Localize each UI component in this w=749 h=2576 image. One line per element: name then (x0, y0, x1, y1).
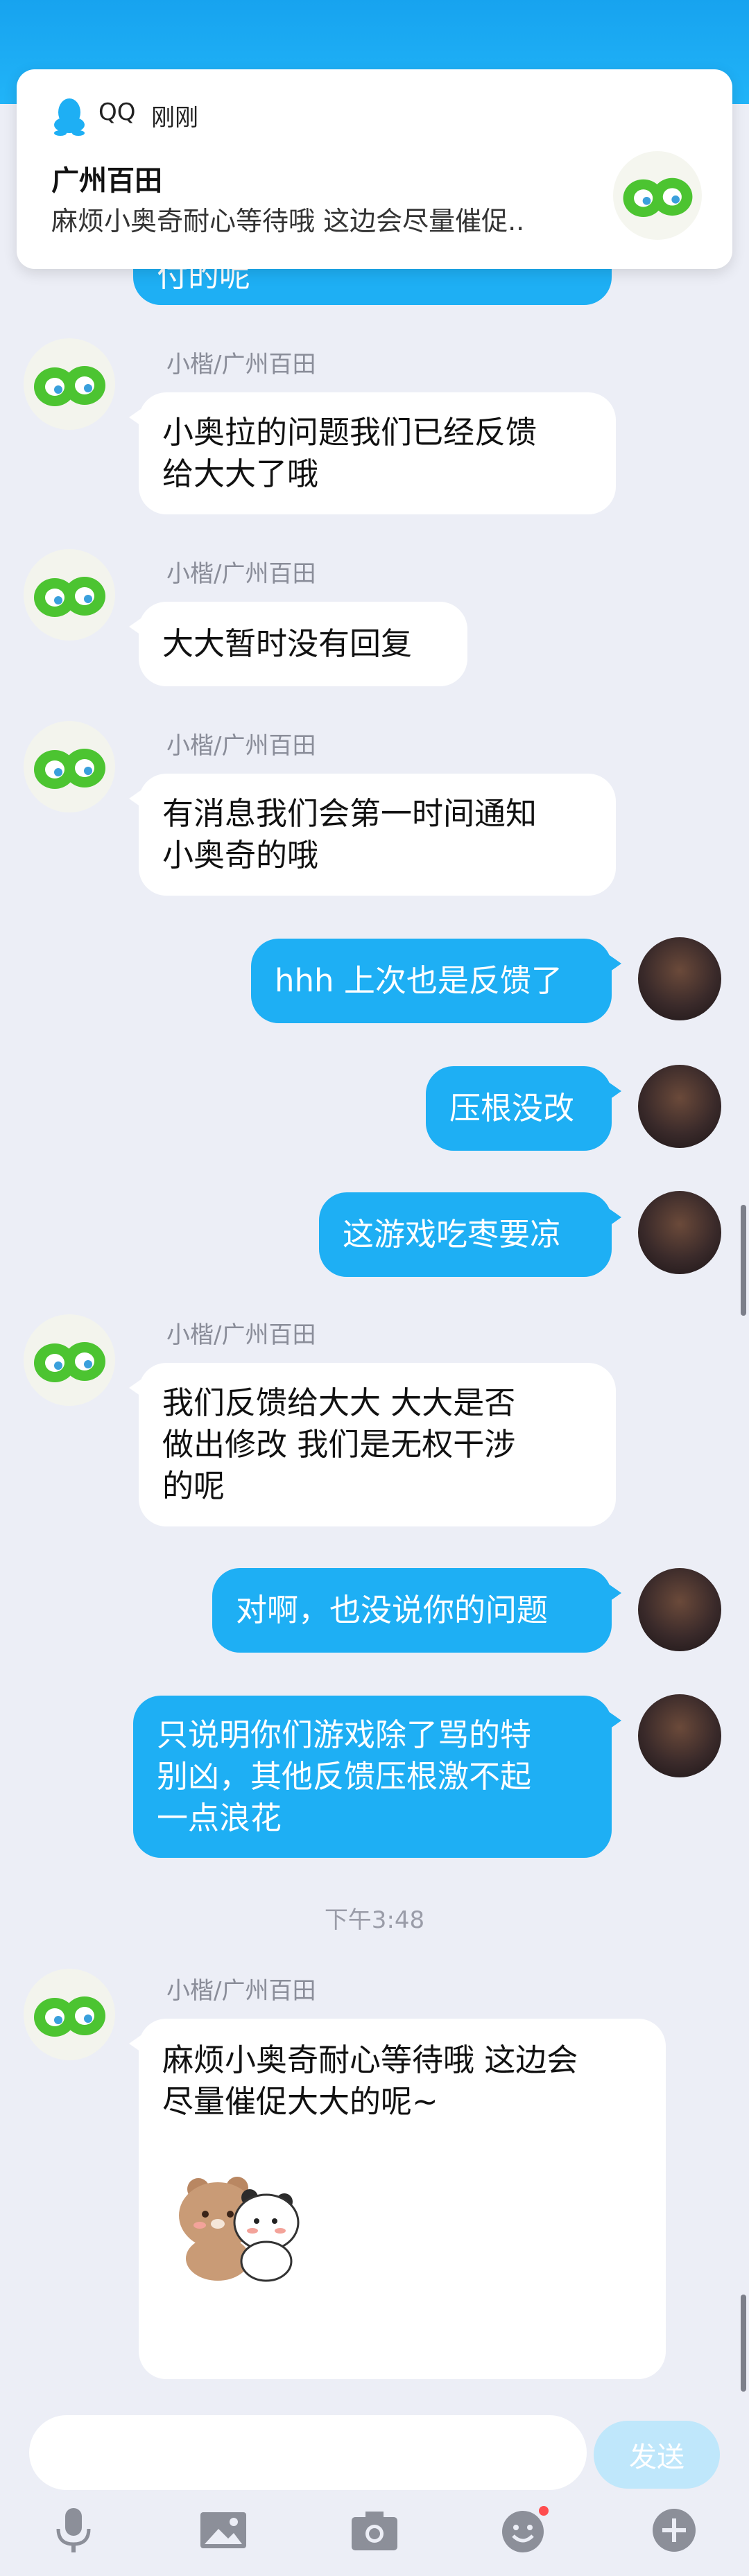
sender-name: 小楷/广州百田 (166, 351, 316, 378)
message-line: 做出修改 我们是无权干涉 (162, 1426, 516, 1463)
emoji-button[interactable] (497, 2503, 552, 2558)
notification-app-name: QQ (98, 98, 136, 126)
message-input-bar: 发送 (0, 2399, 749, 2576)
message-line: 尽量催促大大的呢~ (162, 2083, 438, 2120)
sender-name: 小楷/广州百田 (166, 1977, 316, 2005)
bear-and-panda-hug-sticker[interactable] (155, 2139, 301, 2285)
message-line: 小奥拉的问题我们已经反馈 (162, 414, 537, 451)
message-line: 一点浪花 (157, 1800, 282, 1836)
message-bubble-incoming[interactable]: 大大暂时没有回复 (129, 602, 467, 686)
camera-button[interactable] (347, 2503, 402, 2558)
message-line: 压根没改 (449, 1090, 575, 1126)
game-logo-icon (34, 1996, 105, 2037)
game-logo-icon (34, 366, 105, 406)
message-bubble-incoming[interactable]: 小奥拉的问题我们已经反馈 给大大了哦 (129, 392, 616, 514)
message-line: 给大大了哦 (162, 455, 319, 492)
microphone-button[interactable] (46, 2503, 101, 2558)
sender-name: 小楷/广州百田 (166, 1321, 316, 1349)
avatar-self[interactable] (638, 1568, 721, 1651)
message-bubble-outgoing[interactable]: 对啊，也没说你的问题 (212, 1568, 621, 1653)
message-bubble-outgoing[interactable]: hhh 上次也是反馈了 (251, 939, 621, 1023)
message-line: 的呢 (162, 1468, 225, 1504)
avatar-self[interactable] (638, 937, 721, 1020)
scrollbar-thumb[interactable] (741, 2295, 746, 2392)
message-bubble-outgoing[interactable]: 压根没改 (426, 1066, 621, 1151)
qq-penguin-icon (54, 98, 85, 136)
more-button[interactable] (646, 2503, 702, 2558)
notification-title: 广州百田 (51, 165, 162, 197)
message-line: 只说明你们游戏除了骂的特 (157, 1716, 532, 1753)
notification-dot (539, 2506, 549, 2516)
message-bubble-incoming[interactable]: 我们反馈给大大 大大是否 做出修改 我们是无权干涉 的呢 (129, 1363, 616, 1526)
avatar-baitian[interactable] (24, 721, 115, 812)
game-logo-icon (34, 577, 105, 617)
avatar-baitian[interactable] (24, 549, 115, 641)
message-line: 对啊，也没说你的问题 (236, 1592, 549, 1628)
sender-name: 小楷/广州百田 (166, 560, 316, 588)
push-notification[interactable]: QQ 刚刚 广州百田 麻烦小奥奇耐心等待哦 这边会尽量催促.. (17, 69, 732, 269)
notification-body: 麻烦小奥奇耐心等待哦 这边会尽量催促.. (51, 206, 525, 236)
avatar-self[interactable] (638, 1694, 721, 1777)
message-line: 小奥奇的哦 (162, 837, 319, 873)
message-line: 大大暂时没有回复 (162, 625, 413, 662)
avatar-self[interactable] (638, 1191, 721, 1274)
game-logo-icon (34, 1342, 105, 1382)
microphone-icon (56, 2508, 91, 2552)
message-timestamp: 下午3:48 (324, 1906, 425, 1934)
plus-icon (653, 2509, 696, 2552)
notification-time: 刚刚 (151, 104, 198, 132)
avatar-baitian[interactable] (24, 338, 115, 430)
message-line: 别凶，其他反馈压根激不起 (157, 1758, 532, 1795)
game-logo-icon (34, 749, 105, 789)
message-line: 有消息我们会第一时间通知 (162, 795, 537, 832)
message-bubble-outgoing[interactable]: 这游戏吃枣要凉 (319, 1192, 621, 1277)
send-button[interactable]: 发送 (594, 2421, 720, 2489)
game-logo-icon (623, 177, 693, 218)
message-line: hhh 上次也是反馈了 (275, 962, 562, 999)
avatar-self[interactable] (638, 1065, 721, 1148)
message-input[interactable] (29, 2415, 587, 2490)
chat-area: 付的呢 小楷/广州百田 小奥拉的问题我们已经反馈 给大大了哦 小楷/广州百田 大… (0, 0, 749, 2576)
message-line: 麻烦小奥奇耐心等待哦 这边会 (162, 2042, 578, 2078)
message-line: 这游戏吃枣要凉 (343, 1216, 562, 1253)
camera-icon (352, 2512, 397, 2550)
avatar-baitian[interactable] (24, 1314, 115, 1406)
image-icon (200, 2512, 246, 2548)
notification-avatar (613, 151, 702, 240)
message-line: 我们反馈给大大 大大是否 (162, 1384, 516, 1421)
scrollbar-thumb[interactable] (741, 1205, 746, 1316)
avatar-baitian[interactable] (24, 1969, 115, 2060)
message-bubble-outgoing[interactable]: 只说明你们游戏除了骂的特 别凶，其他反馈压根激不起 一点浪花 (133, 1696, 621, 1858)
message-bubble-incoming[interactable]: 有消息我们会第一时间通知 小奥奇的哦 (129, 774, 616, 896)
image-button[interactable] (196, 2503, 251, 2558)
emoji-icon (502, 2506, 549, 2552)
sender-name: 小楷/广州百田 (166, 732, 316, 760)
